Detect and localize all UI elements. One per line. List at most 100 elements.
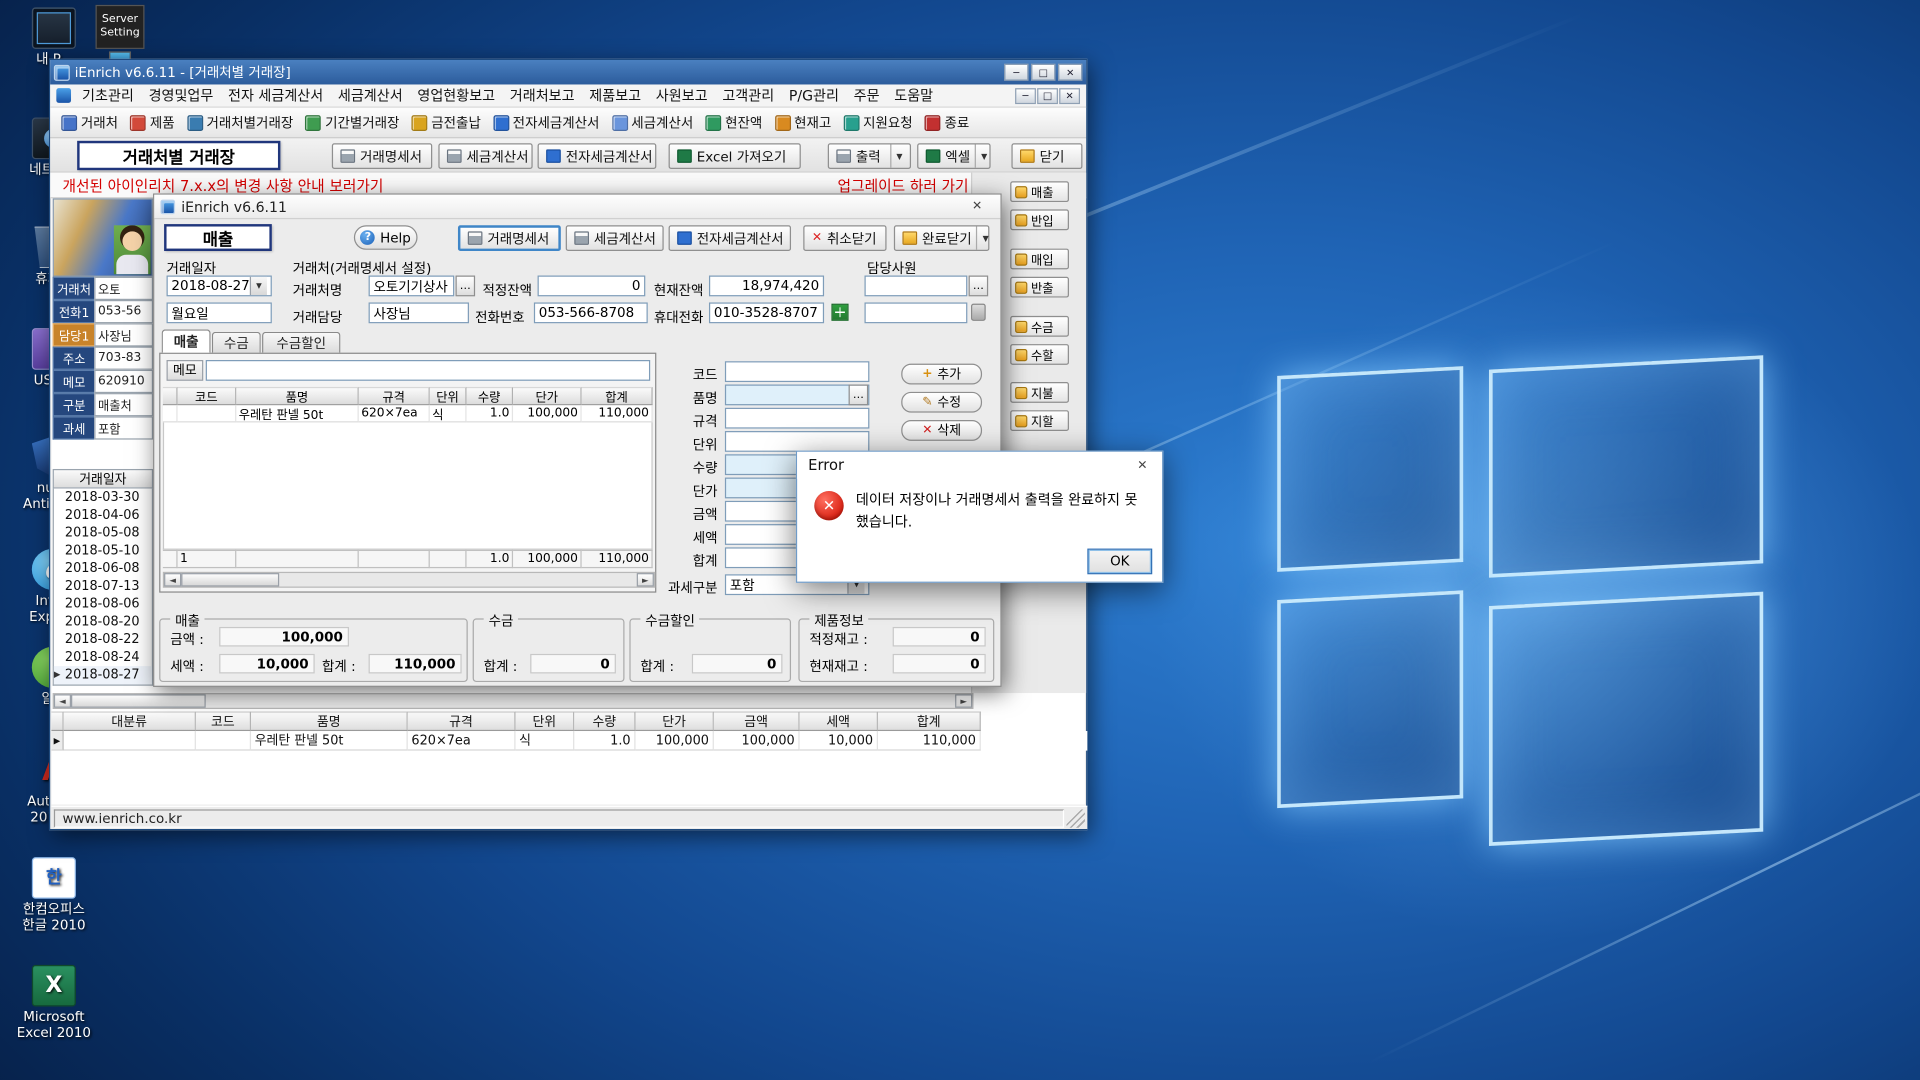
changelog-link[interactable]: 개선된 아이인리치 7.x.x의 변경 사항 안내 보러가기 <box>62 174 383 195</box>
menu-etax[interactable]: 전자 세금계산서 <box>221 83 331 107</box>
upgrade-link[interactable]: 업그레이드 하러 가기 <box>838 174 969 195</box>
taxinvoice-button[interactable]: 세금계산서 <box>438 143 532 169</box>
toolbar-balance[interactable]: 현잔액 <box>699 109 768 136</box>
column-header[interactable]: 단위 <box>430 387 467 405</box>
etaxinvoice-button[interactable]: 전자세금계산서 <box>538 143 657 169</box>
error-dialog-titlebar[interactable]: Error ✕ <box>797 452 1162 479</box>
menu-order[interactable]: 주문 <box>846 83 887 107</box>
column-header[interactable]: 단가 <box>513 387 582 405</box>
help-button[interactable]: ?Help <box>354 225 418 249</box>
scroll-track[interactable] <box>206 694 955 707</box>
lock-icon[interactable] <box>971 304 986 321</box>
column-header[interactable]: 규격 <box>359 387 430 405</box>
column-header[interactable]: 수량 <box>467 387 514 405</box>
resize-grip[interactable] <box>1067 809 1085 827</box>
toolbar-product[interactable]: 제품 <box>124 109 181 136</box>
scroll-left-icon[interactable]: ◄ <box>164 573 181 586</box>
menu-management[interactable]: 경영및업무 <box>141 83 220 107</box>
column-header[interactable]: 금액 <box>714 711 800 731</box>
toolbar-cash[interactable]: 금전출납 <box>406 109 487 136</box>
column-header[interactable]: 합계 <box>582 387 653 405</box>
date-list-item[interactable]: 2018-07-13 <box>54 577 152 595</box>
proper-balance-field[interactable]: 0 <box>538 276 646 297</box>
scroll-right-icon[interactable]: ► <box>637 573 654 586</box>
column-header[interactable]: 품명 <box>236 387 358 405</box>
menu-tax[interactable]: 세금계산서 <box>331 83 410 107</box>
date-list-item[interactable]: 2018-03-30 <box>54 489 152 507</box>
summary-table-row[interactable]: ▶ 우레탄 판넬 50t 620×7ea 식 1.0 100,000 100,0… <box>51 731 1087 751</box>
side-button-return-out[interactable]: 반출 <box>1010 277 1069 298</box>
scroll-track[interactable] <box>279 573 637 586</box>
manager-field[interactable]: 사장님 <box>369 302 469 323</box>
staff-field-2[interactable] <box>864 302 967 323</box>
menu-client-report[interactable]: 거래처보고 <box>502 83 581 107</box>
ok-button[interactable]: OK <box>1087 549 1152 575</box>
toolbar-client[interactable]: 거래처 <box>55 109 124 136</box>
dialog-titlebar[interactable]: iEnrich v6.6.11 ✕ <box>154 195 1000 219</box>
client-name-field[interactable]: 오토기기상사 <box>369 276 455 297</box>
close-button[interactable]: ✕ <box>1058 64 1082 81</box>
close-page-button[interactable]: 닫기 <box>1011 143 1082 169</box>
mdi-minimize-button[interactable]: ─ <box>1015 88 1036 104</box>
error-close-icon[interactable]: ✕ <box>1123 452 1162 479</box>
menu-help[interactable]: 도움말 <box>887 83 941 107</box>
scroll-thumb[interactable] <box>71 694 206 707</box>
staff-field[interactable] <box>864 276 967 297</box>
desktop-icon-hancom-office[interactable]: 한컴오피스 한글 2010 <box>10 857 98 933</box>
mobile-field[interactable]: 010-3528-8707 <box>709 302 824 323</box>
column-header[interactable]: 코드 <box>196 711 251 731</box>
column-header[interactable]: 합계 <box>878 711 981 731</box>
memo-field[interactable] <box>206 360 650 381</box>
toolbar-stock[interactable]: 현재고 <box>768 109 837 136</box>
grid-view-icon[interactable] <box>831 304 848 321</box>
dropdown-icon[interactable]: ▼ <box>977 227 989 250</box>
detail-unit-field[interactable] <box>725 431 869 452</box>
side-button-pay-discount[interactable]: 지할 <box>1010 410 1069 431</box>
toolbar-client-ledger[interactable]: 거래처별거래장 <box>181 109 300 136</box>
weekday-field[interactable]: 월요일 <box>167 302 272 323</box>
complete-close-button[interactable]: 완료닫기▼ <box>894 225 990 251</box>
dropdown-icon[interactable]: ▼ <box>975 144 987 167</box>
desktop-icon-ms-excel[interactable]: Microsoft Excel 2010 <box>10 965 98 1041</box>
tab-collect-discount[interactable]: 수금할인 <box>262 332 340 353</box>
current-balance-field[interactable]: 18,974,420 <box>709 276 824 297</box>
column-header[interactable]: 수량 <box>574 711 635 731</box>
side-button-sales[interactable]: 매출 <box>1010 181 1069 202</box>
menu-basic[interactable]: 기초관리 <box>75 83 142 107</box>
date-list-item[interactable]: 2018-08-20 <box>54 613 152 631</box>
menu-employee-report[interactable]: 사원보고 <box>648 83 715 107</box>
date-list-item[interactable]: 2018-05-10 <box>54 542 152 560</box>
side-button-pay[interactable]: 지불 <box>1010 382 1069 403</box>
dropdown-icon[interactable]: ▼ <box>890 144 902 167</box>
excel-split-button[interactable]: 엑셀▼ <box>917 143 990 169</box>
date-list-item[interactable]: 2018-06-08 <box>54 560 152 578</box>
status-url[interactable]: www.ienrich.co.kr <box>54 809 1064 827</box>
side-button-collect[interactable]: 수금 <box>1010 316 1069 337</box>
dialog-close-icon[interactable]: ✕ <box>960 200 994 213</box>
column-header[interactable]: 품명 <box>251 711 408 731</box>
side-button-return-in[interactable]: 반입 <box>1010 209 1069 230</box>
column-header[interactable]: 단가 <box>636 711 714 731</box>
item-lookup-button[interactable]: … <box>849 384 869 405</box>
column-header[interactable]: 규격 <box>408 711 516 731</box>
client-lookup-button[interactable]: … <box>456 276 476 297</box>
print-split-button[interactable]: 출력▼ <box>828 143 911 169</box>
menu-customer[interactable]: 고객관리 <box>715 83 782 107</box>
toolbar-tax[interactable]: 세금계산서 <box>606 109 700 136</box>
add-button[interactable]: +추가 <box>901 364 982 385</box>
minimize-button[interactable]: ─ <box>1004 64 1028 81</box>
date-select[interactable]: 2018-08-27▼ <box>167 276 272 297</box>
delete-button[interactable]: ✕삭제 <box>901 420 982 441</box>
date-list-item[interactable]: 2018-08-06 <box>54 595 152 613</box>
grid-row[interactable]: 우레탄 판넬 50t 620×7ea 식 1.0 100,000 110,000 <box>163 405 653 422</box>
main-titlebar[interactable]: iEnrich v6.6.11 - [거래처별 거래장] ─ □ ✕ <box>50 60 1086 84</box>
toolbar-etax[interactable]: 전자세금계산서 <box>487 109 606 136</box>
statement-button[interactable]: 거래명세서 <box>332 143 432 169</box>
tab-sales[interactable]: 매출 <box>162 329 211 352</box>
grid-scrollbar[interactable]: ◄ ► <box>163 572 655 588</box>
detail-code-field[interactable] <box>725 361 869 382</box>
staff-lookup-button[interactable]: … <box>969 276 989 297</box>
scroll-left-icon[interactable]: ◄ <box>54 694 71 707</box>
date-list-item[interactable]: 2018-08-24 <box>54 648 152 666</box>
scroll-thumb[interactable] <box>181 573 279 586</box>
